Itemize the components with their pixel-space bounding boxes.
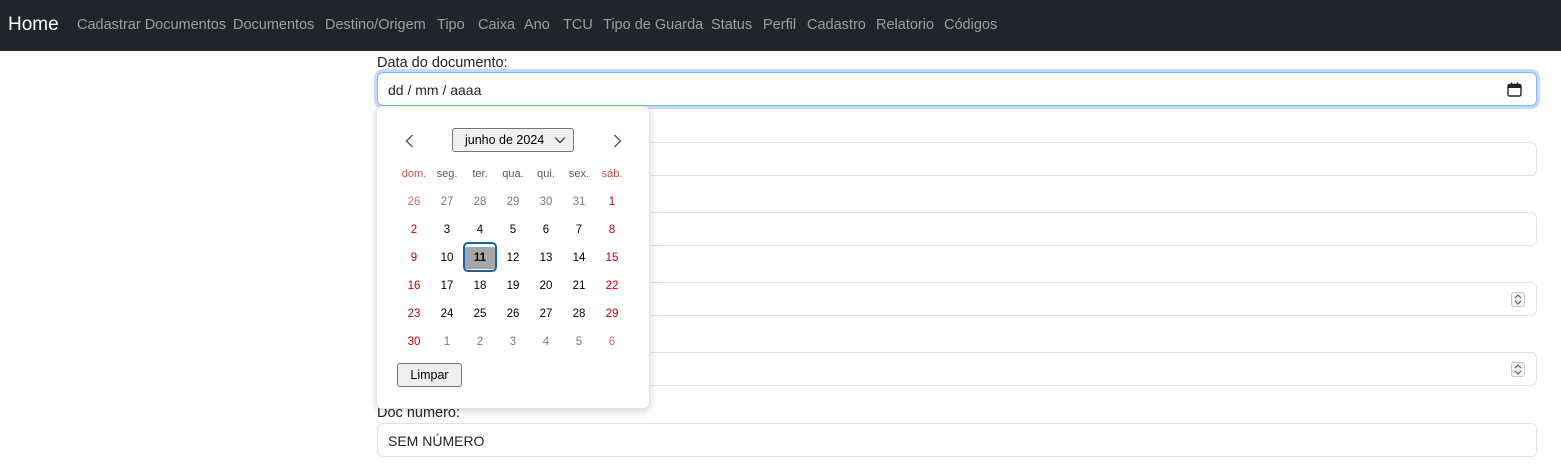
day-cell[interactable]: 4 [531,331,561,353]
day-cell[interactable]: 20 [531,275,561,297]
day-cell[interactable]: 6 [597,331,627,353]
day-cell[interactable]: 29 [498,191,528,213]
day-cell[interactable]: 30 [531,191,561,213]
date-label: Data do documento: [377,55,508,71]
day-cell[interactable]: 2 [465,331,495,353]
day-cell[interactable]: 25 [465,303,495,325]
day-cell[interactable]: 5 [498,219,528,241]
day-cell[interactable]: 27 [531,303,561,325]
calendar-icon[interactable] [1507,82,1522,97]
nav-link-documentos[interactable]: Documentos [233,17,314,33]
day-cell[interactable]: 1 [597,191,627,213]
day-cell[interactable]: 13 [531,247,561,269]
nav-link-tcu[interactable]: TCU [563,17,593,33]
day-cell[interactable]: 12 [498,247,528,269]
nav-link-tipo-de-guarda[interactable]: Tipo de Guarda [603,17,703,33]
nav-link-tipo[interactable]: Tipo [437,17,465,33]
day-cell[interactable]: 23 [399,303,429,325]
day-cell[interactable]: 2 [399,219,429,241]
day-cell[interactable]: 27 [432,191,462,213]
day-cell[interactable]: 10 [432,247,462,269]
day-cell-selected[interactable]: 11 [465,247,495,269]
day-cell[interactable]: 9 [399,247,429,269]
day-cell[interactable]: 30 [399,331,429,353]
date-input[interactable]: dd / mm / aaaa [377,72,1537,106]
day-cell[interactable]: 18 [465,275,495,297]
day-cell[interactable]: 31 [564,191,594,213]
day-cell[interactable]: 5 [564,331,594,353]
doc-number-value: SEM NÚMERO [388,433,485,449]
day-cell[interactable]: 14 [564,247,594,269]
nav-link-perfil[interactable]: Perfil [763,17,796,33]
chevron-down-icon [554,137,566,144]
spinner-icon[interactable] [1511,362,1525,377]
day-cell[interactable]: 17 [432,275,462,297]
nav-link-relatorio[interactable]: Relatorio [876,17,934,33]
day-cell[interactable]: 8 [597,219,627,241]
doc-number-input[interactable]: SEM NÚMERO [377,423,1537,457]
clear-button[interactable]: Limpar [397,363,462,387]
nav-link-cadastro[interactable]: Cadastro [807,17,866,33]
nav-link-caixa[interactable]: Caixa [478,17,515,33]
day-cell[interactable]: 19 [498,275,528,297]
day-cell[interactable]: 29 [597,303,627,325]
nav-link-ano[interactable]: Ano [524,17,550,33]
nav-link-destino-origem[interactable]: Destino/Origem [325,17,426,33]
day-cell[interactable]: 7 [564,219,594,241]
day-cell[interactable]: 26 [498,303,528,325]
spinner-icon[interactable] [1511,292,1525,307]
nav-link-cadastrar-documentos[interactable]: Cadastrar Documentos [77,17,226,33]
navbar: Home Cadastrar Documentos Documentos Des… [0,0,1561,51]
day-cell[interactable]: 3 [432,219,462,241]
date-picker-popup: junho de 2024 dom. seg. ter. qua. qui. sex. sá… [376,106,650,409]
day-cell[interactable]: 26 [399,191,429,213]
day-cell[interactable]: 21 [564,275,594,297]
nav-link-status[interactable]: Status [711,17,752,33]
day-cell[interactable]: 3 [498,331,528,353]
month-year-label: junho de 2024 [465,133,545,147]
weekday-header: sáb. [601,168,623,180]
day-cell[interactable]: 4 [465,219,495,241]
day-cell[interactable]: 1 [432,331,462,353]
day-cell[interactable]: 22 [597,275,627,297]
day-cell[interactable]: 16 [399,275,429,297]
nav-link-codigos[interactable]: Códigos [944,17,997,33]
brand-home-link[interactable]: Home [8,14,59,36]
day-cell[interactable]: 28 [564,303,594,325]
day-cell[interactable]: 24 [432,303,462,325]
date-placeholder: dd / mm / aaaa [388,82,482,98]
chevron-right-icon[interactable] [610,133,624,149]
day-cell[interactable]: 28 [465,191,495,213]
day-cell[interactable]: 6 [531,219,561,241]
chevron-left-icon[interactable] [403,133,417,149]
day-cell[interactable]: 15 [597,247,627,269]
month-year-select[interactable]: junho de 2024 [452,128,574,152]
